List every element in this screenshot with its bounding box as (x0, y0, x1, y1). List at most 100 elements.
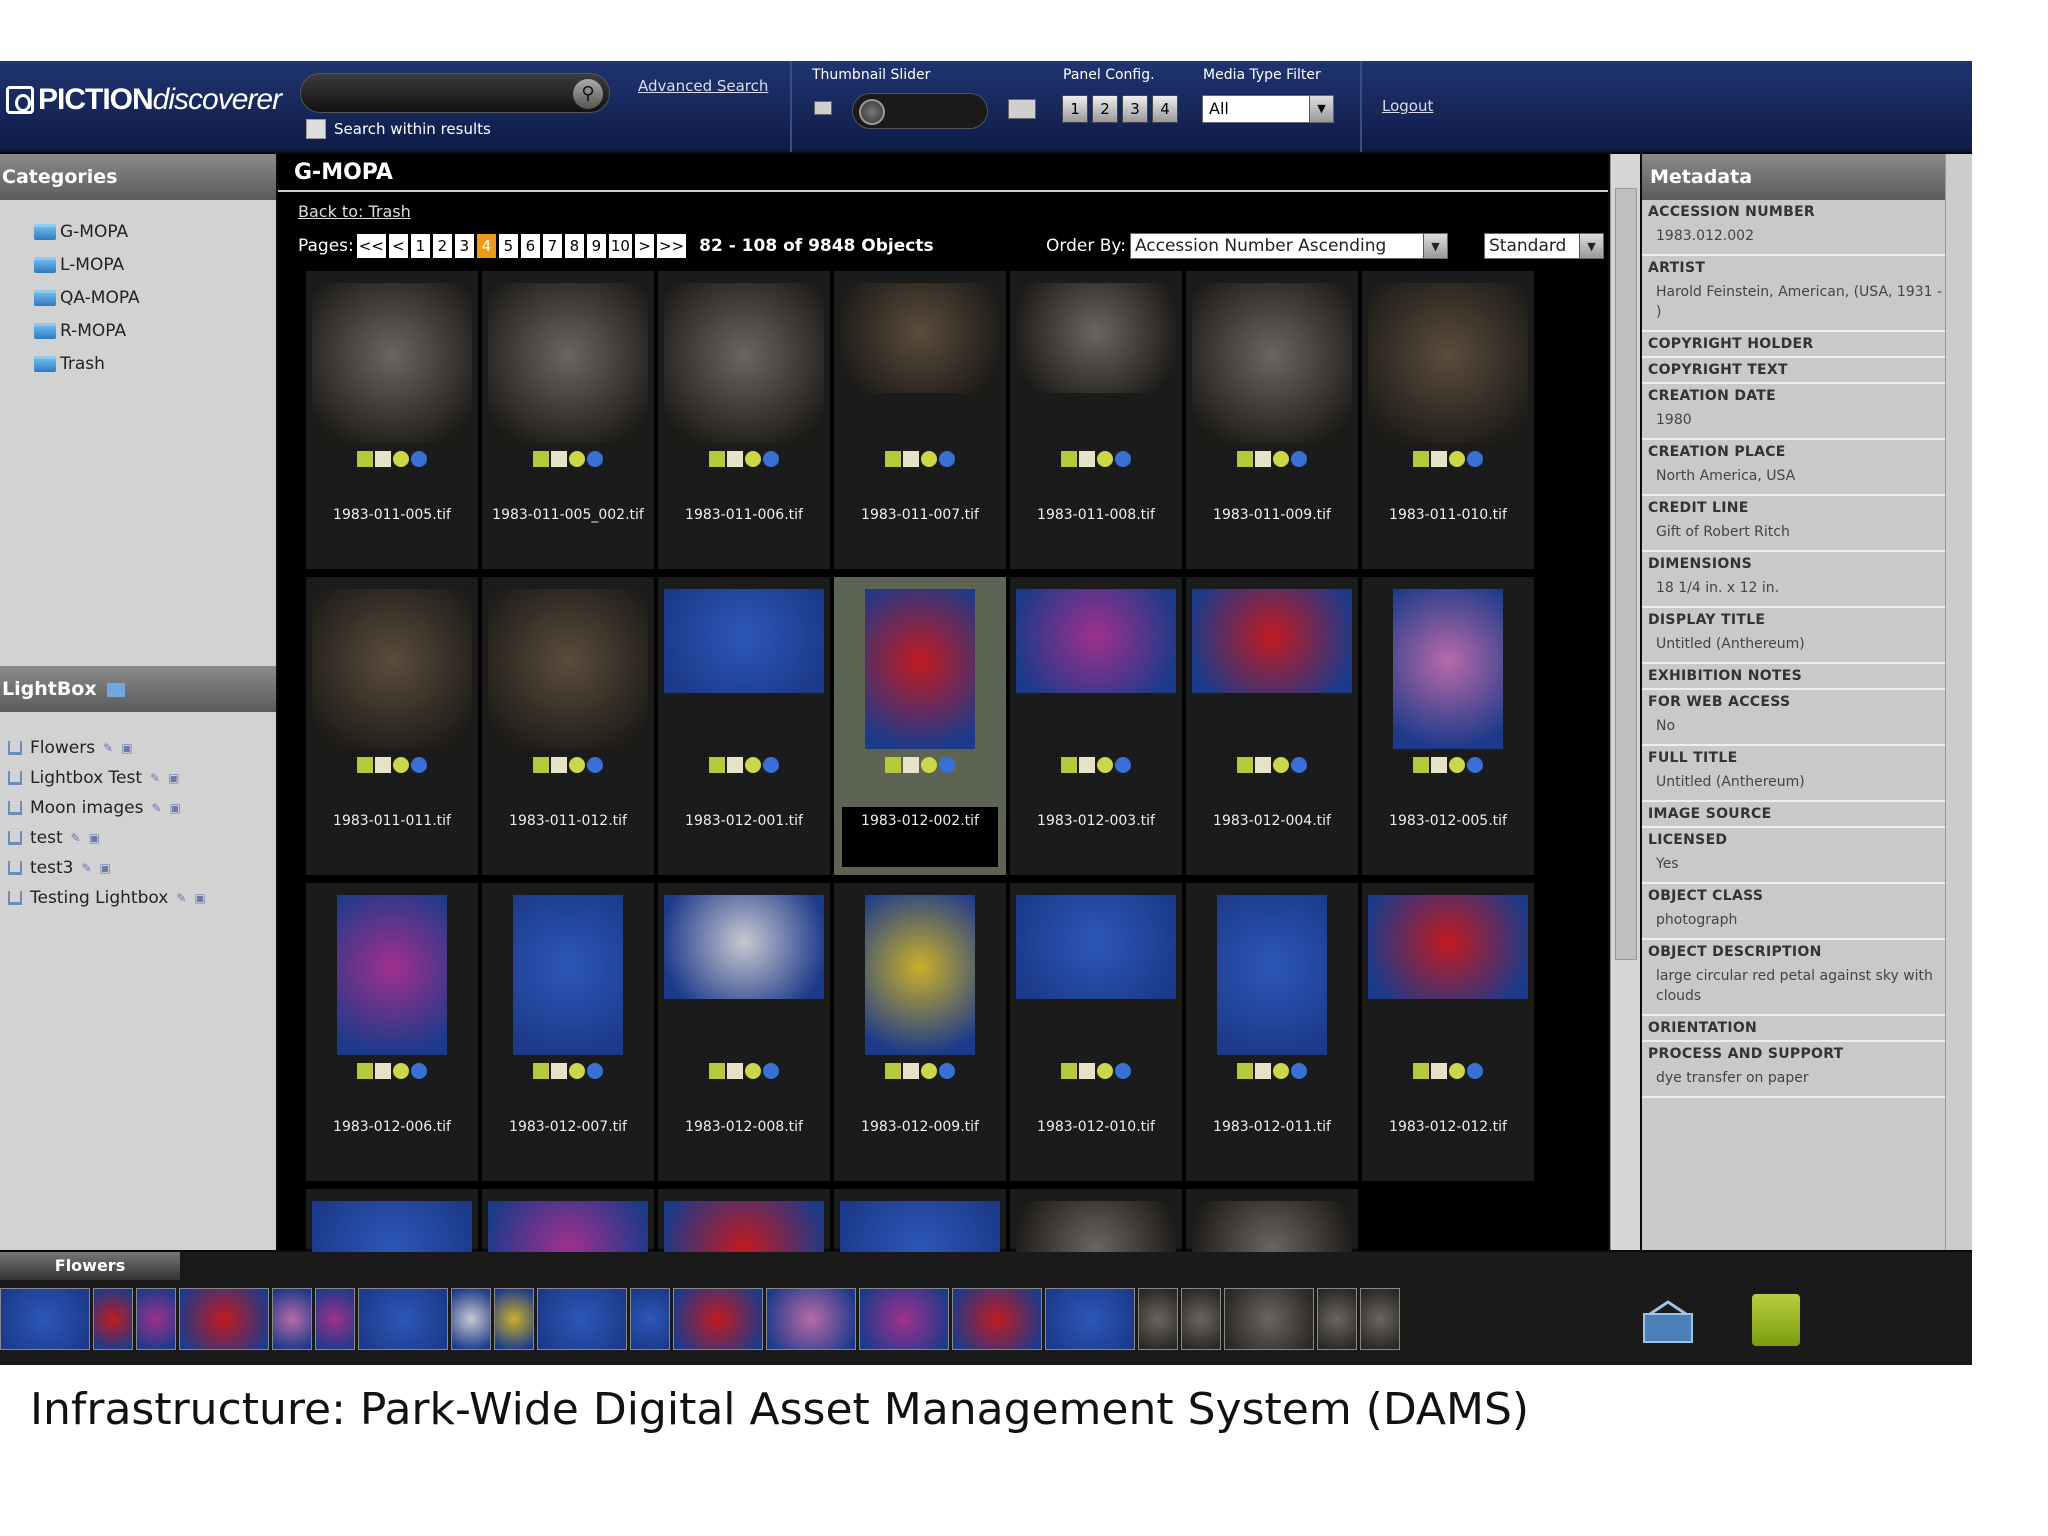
info-icon[interactable] (1467, 451, 1483, 467)
lightbox-strip-thumbnail[interactable] (952, 1288, 1042, 1350)
scrollbar-thumb[interactable] (1615, 188, 1637, 960)
details-icon[interactable] (551, 451, 567, 467)
advanced-search-link[interactable]: Advanced Search (638, 77, 768, 95)
page-button[interactable]: 9 (586, 234, 606, 258)
thumbnail-slider[interactable] (852, 93, 988, 129)
details-icon[interactable] (727, 451, 743, 467)
asset-tile[interactable]: 1983-012-002.tif (834, 577, 1006, 875)
asset-tile[interactable] (306, 1189, 478, 1305)
asset-tile[interactable]: 1983-012-005.tif (1362, 577, 1534, 875)
lightbox-strip-thumbnail[interactable] (179, 1288, 269, 1350)
info-icon[interactable] (1291, 757, 1307, 773)
open-icon[interactable]: ▣ (168, 771, 179, 785)
lightbox-item[interactable]: Moon images ✎ ▣ (8, 798, 181, 818)
zoom-icon[interactable] (921, 1063, 937, 1079)
large-thumb-icon[interactable] (1008, 99, 1036, 119)
details-icon[interactable] (1431, 451, 1447, 467)
asset-tile[interactable]: 1983-011-010.tif (1362, 271, 1534, 569)
asset-tile[interactable]: 1983-011-007.tif (834, 271, 1006, 569)
zoom-icon[interactable] (393, 1063, 409, 1079)
asset-thumbnail[interactable] (865, 589, 975, 749)
panel-config-1[interactable]: 1 (1062, 95, 1088, 123)
order-by-select[interactable]: Accession Number Ascending ▼ (1129, 233, 1448, 259)
lightbox-strip-thumbnail[interactable] (451, 1288, 491, 1350)
lightbox-add-icon[interactable] (533, 757, 549, 773)
page-button[interactable]: 6 (520, 234, 540, 258)
lightbox-strip-thumbnail[interactable] (630, 1288, 670, 1350)
info-icon[interactable] (1291, 451, 1307, 467)
edit-icon[interactable]: ✎ (71, 831, 81, 845)
asset-tile[interactable]: 1983-011-011.tif (306, 577, 478, 875)
details-icon[interactable] (903, 451, 919, 467)
info-icon[interactable] (411, 451, 427, 467)
asset-thumbnail[interactable] (337, 895, 447, 1055)
lightbox-add-icon[interactable] (1061, 1063, 1077, 1079)
zoom-icon[interactable] (1097, 451, 1113, 467)
asset-tile[interactable]: 1983-012-004.tif (1186, 577, 1358, 875)
asset-tile[interactable] (834, 1189, 1006, 1305)
page-button[interactable]: 4 (476, 234, 496, 258)
details-icon[interactable] (1431, 1063, 1447, 1079)
zoom-icon[interactable] (1273, 757, 1289, 773)
open-icon[interactable]: ▣ (194, 891, 205, 905)
details-icon[interactable] (727, 1063, 743, 1079)
page-button[interactable]: 3 (454, 234, 474, 258)
lightbox-strip-thumbnail[interactable] (93, 1288, 133, 1350)
lightbox-item[interactable]: Flowers ✎ ▣ (8, 738, 133, 758)
media-type-select[interactable]: All ▼ (1202, 95, 1334, 123)
lightbox-strip-thumbnail[interactable] (1181, 1288, 1221, 1350)
asset-thumbnail[interactable] (1393, 589, 1503, 749)
lightbox-item[interactable]: test3 ✎ ▣ (8, 858, 111, 878)
asset-thumbnail[interactable] (488, 589, 648, 749)
asset-thumbnail[interactable] (1016, 589, 1176, 693)
details-icon[interactable] (1079, 451, 1095, 467)
page-button[interactable]: >> (656, 234, 687, 258)
lightbox-item[interactable]: test ✎ ▣ (8, 828, 100, 848)
lightbox-add-icon[interactable] (709, 1063, 725, 1079)
chevron-down-icon[interactable]: ▼ (1579, 234, 1603, 258)
lightbox-strip-thumbnail[interactable] (1224, 1288, 1314, 1350)
lightbox-item[interactable]: Testing Lightbox ✎ ▣ (8, 888, 206, 908)
lightbox-add-icon[interactable] (1413, 1063, 1429, 1079)
lightbox-add-icon[interactable] (885, 1063, 901, 1079)
open-icon[interactable]: ▣ (89, 831, 100, 845)
lightbox-add-icon[interactable] (357, 757, 373, 773)
asset-tile[interactable]: 1983-012-010.tif (1010, 883, 1182, 1181)
info-icon[interactable] (939, 1063, 955, 1079)
asset-tile[interactable]: 1983-012-001.tif (658, 577, 830, 875)
page-button[interactable]: 2 (432, 234, 452, 258)
lightbox-add-icon[interactable] (533, 1063, 549, 1079)
asset-thumbnail[interactable] (1368, 283, 1528, 443)
info-icon[interactable] (939, 451, 955, 467)
info-icon[interactable] (1467, 1063, 1483, 1079)
asset-tile[interactable]: 1983-011-005_002.tif (482, 271, 654, 569)
lightbox-strip-thumbnail[interactable] (537, 1288, 627, 1350)
info-icon[interactable] (763, 1063, 779, 1079)
lightbox-strip-thumbnail[interactable] (1138, 1288, 1178, 1350)
info-icon[interactable] (587, 757, 603, 773)
asset-tile[interactable]: 1983-012-011.tif (1186, 883, 1358, 1181)
asset-thumbnail[interactable] (1217, 895, 1327, 1055)
logout-link[interactable]: Logout (1382, 97, 1433, 115)
zoom-icon[interactable] (569, 451, 585, 467)
category-item[interactable]: G-MOPA (34, 222, 128, 242)
asset-thumbnail[interactable] (664, 895, 824, 999)
lightbox-add-icon[interactable] (709, 757, 725, 773)
zoom-icon[interactable] (393, 757, 409, 773)
category-item[interactable]: L-MOPA (34, 255, 124, 275)
asset-thumbnail[interactable] (1016, 895, 1176, 999)
lightbox-add-icon[interactable] (885, 757, 901, 773)
asset-tile[interactable] (1010, 1189, 1182, 1305)
results-scrollbar[interactable] (1610, 154, 1640, 1250)
lightbox-strip-thumbnail[interactable] (859, 1288, 949, 1350)
asset-tile[interactable]: 1983-012-009.tif (834, 883, 1006, 1181)
zoom-icon[interactable] (569, 1063, 585, 1079)
slider-handle[interactable] (859, 99, 885, 125)
asset-tile[interactable]: 1983-012-006.tif (306, 883, 478, 1181)
info-icon[interactable] (1115, 757, 1131, 773)
asset-tile[interactable]: 1983-011-009.tif (1186, 271, 1358, 569)
zoom-icon[interactable] (745, 757, 761, 773)
lightbox-add-icon[interactable] (1061, 757, 1077, 773)
zoom-icon[interactable] (921, 757, 937, 773)
lightbox-add-icon[interactable] (357, 451, 373, 467)
